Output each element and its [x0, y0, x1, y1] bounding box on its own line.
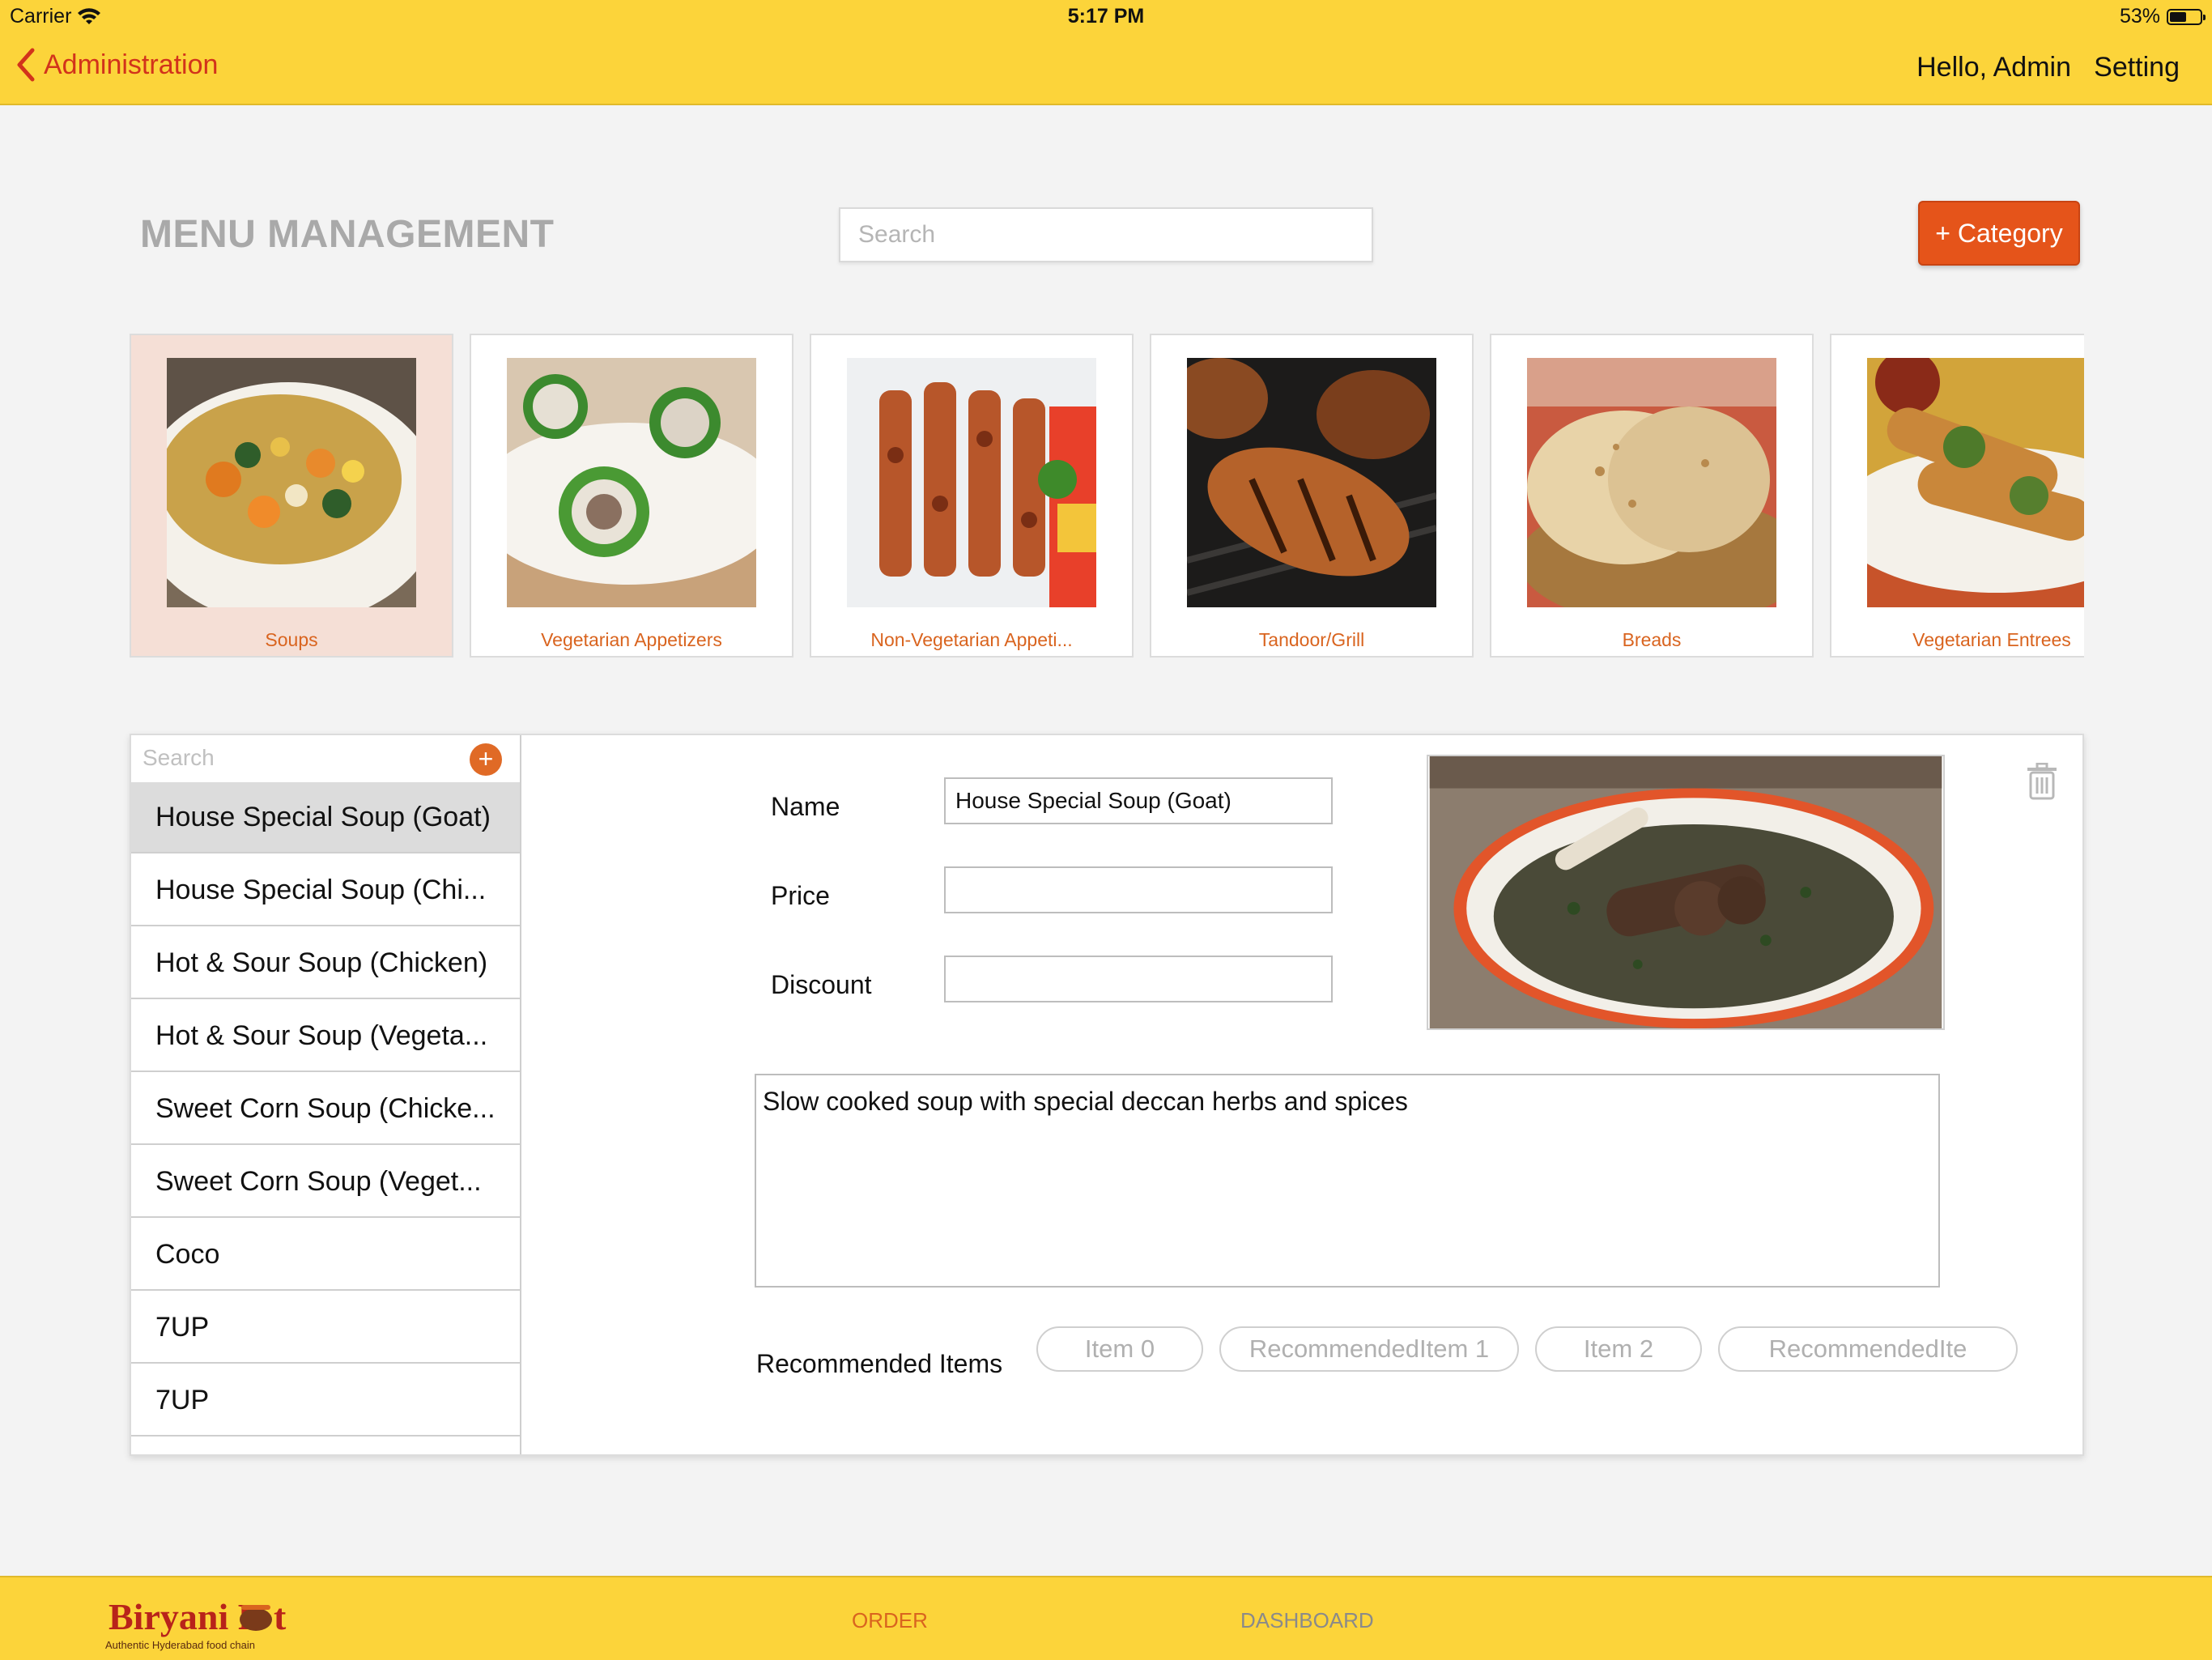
bottom-tab-bar: Biryani P t Authentic Hyderabad food cha… [0, 1576, 2212, 1660]
category-card-vegetarian-appetizers[interactable]: Vegetarian Appetizers [470, 334, 793, 658]
add-category-button[interactable]: + Category [1918, 201, 2080, 266]
status-battery: 53% [2119, 5, 2206, 28]
menu-item-panel: + House Special Soup (Goat) House Specia… [130, 734, 2084, 1456]
list-item[interactable]: Sweet Corn Soup (Veget... [131, 1147, 520, 1218]
battery-icon [2167, 8, 2206, 25]
recommended-item-chip[interactable]: RecommendedIte [1718, 1326, 2018, 1372]
category-card-non-vegetarian-appetizers[interactable]: Non-Vegetarian Appeti... [810, 334, 1134, 658]
back-button[interactable]: Administration [15, 47, 218, 83]
menu-item-list[interactable]: + House Special Soup (Goat) House Specia… [131, 735, 521, 1454]
list-item[interactable]: Sweet Corn Soup (Chicke... [131, 1074, 520, 1145]
price-field[interactable] [944, 866, 1333, 913]
category-search-input[interactable] [839, 207, 1373, 262]
grilled-chicken-image [1187, 358, 1436, 607]
list-item[interactable]: 7UP [131, 1292, 520, 1364]
category-card-breads[interactable]: Breads [1490, 334, 1814, 658]
soup-bowl-image [167, 358, 416, 607]
biryani-pot-logo: Biryani P t Authentic Hyderabad food cha… [105, 1596, 287, 1651]
chevron-left-icon [17, 48, 35, 82]
price-label: Price [771, 881, 830, 910]
recommended-item-chip[interactable]: Item 2 [1535, 1326, 1702, 1372]
page-title: MENU MANAGEMENT [140, 213, 555, 256]
category-label: Soups [265, 629, 318, 650]
recommended-items-label: Recommended Items [756, 1349, 1003, 1378]
category-label: Non-Vegetarian Appeti... [870, 629, 1073, 650]
description-field[interactable]: Slow cooked soup with special deccan her… [755, 1074, 1940, 1288]
item-search-bar: + [131, 735, 520, 784]
vegetarian-appetizer-image [507, 358, 756, 607]
discount-label: Discount [771, 970, 872, 999]
battery-percentage: 53% [2119, 5, 2160, 28]
discount-field[interactable] [944, 956, 1333, 1002]
name-label: Name [771, 792, 840, 821]
list-item[interactable]: House Special Soup (Goat) [131, 782, 520, 853]
category-label: Vegetarian Appetizers [541, 629, 722, 650]
tab-order[interactable]: ORDER [852, 1608, 928, 1633]
category-label: Vegetarian Entrees [1912, 629, 2071, 650]
recommended-item-chip[interactable]: RecommendedItem 1 [1219, 1326, 1519, 1372]
back-label: Administration [44, 49, 219, 80]
greeting-text: Hello, Admin [1916, 52, 2071, 83]
svg-text:Biryani P: Biryani P [108, 1596, 261, 1637]
svg-text:Authentic Hyderabad food chain: Authentic Hyderabad food chain [105, 1639, 255, 1651]
item-search-input[interactable] [131, 735, 478, 781]
category-card-vegetarian-entrees[interactable]: Vegetarian Entrees [1830, 334, 2084, 658]
category-label: Tandoor/Grill [1258, 629, 1365, 650]
category-card-tandoor-grill[interactable]: Tandoor/Grill [1150, 334, 1474, 658]
add-item-button[interactable]: + [470, 743, 502, 776]
kebab-skewer-image [847, 358, 1096, 607]
bread-basket-image [1527, 358, 1776, 607]
spring-rolls-image [1867, 358, 2084, 607]
item-photo[interactable] [1427, 755, 1945, 1030]
status-time: 5:17 PM [1067, 5, 1145, 28]
svg-text:t: t [274, 1596, 287, 1637]
recommended-items-strip[interactable]: Item 0 RecommendedItem 1 Item 2 Recommen… [1036, 1326, 2074, 1375]
category-label: Breads [1622, 629, 1682, 650]
trash-icon[interactable] [2026, 763, 2058, 800]
category-card-soups[interactable]: Soups [130, 334, 453, 658]
name-field[interactable] [944, 777, 1333, 824]
category-strip[interactable]: Soups Vegetarian Appetizers Non-Vegetari… [130, 334, 2084, 658]
setting-button[interactable]: Setting [2094, 52, 2180, 83]
tab-dashboard[interactable]: DASHBOARD [1240, 1608, 1374, 1633]
recommended-item-chip[interactable]: Item 0 [1036, 1326, 1203, 1372]
list-item[interactable]: Coco [131, 1219, 520, 1291]
top-navigation-bar: Carrier 5:17 PM 53% Administration Hello… [0, 0, 2212, 105]
list-item[interactable]: 7UP [131, 1365, 520, 1437]
list-item[interactable]: House Special Soup (Chi... [131, 855, 520, 926]
list-item[interactable]: Hot & Sour Soup (Vegeta... [131, 1001, 520, 1072]
list-item[interactable]: Hot & Sour Soup (Chicken) [131, 928, 520, 999]
